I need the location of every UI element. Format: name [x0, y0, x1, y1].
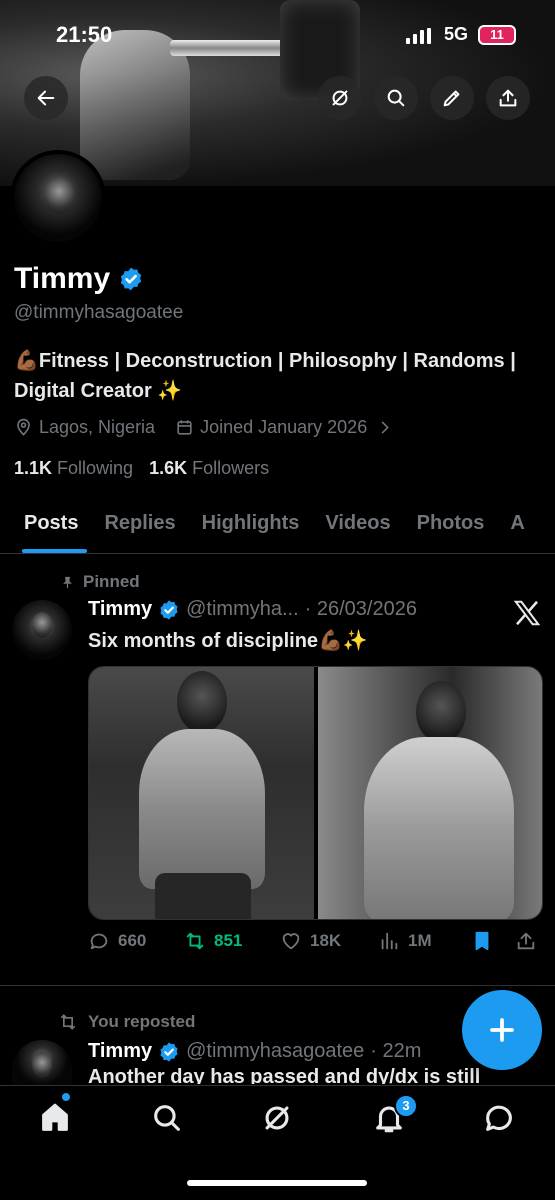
location-text: Lagos, Nigeria	[39, 417, 156, 437]
repost-icon	[60, 1014, 76, 1030]
status-time: 21:50	[56, 22, 113, 47]
search-icon	[154, 1105, 180, 1131]
followers-label: Followers	[192, 458, 270, 478]
after-photo[interactable]	[317, 667, 542, 919]
tab-replies[interactable]: Replies	[91, 498, 188, 553]
network-type: 5G	[444, 24, 469, 44]
joined-text: Joined January 2026	[200, 417, 368, 437]
nav-search[interactable]	[150, 1101, 184, 1135]
home-icon	[42, 1103, 68, 1131]
pinned-indicator: Pinned	[60, 572, 140, 592]
following-link[interactable]: 1.1K Following	[14, 458, 133, 479]
bookmark-icon	[475, 931, 489, 951]
post-media[interactable]	[88, 666, 543, 920]
post-header: Timmy @timmyha... · 26/03/2026	[88, 598, 417, 621]
post-text: Six months of discipline💪🏾✨	[88, 630, 368, 652]
search-icon	[387, 89, 405, 107]
repost-label: You reposted	[88, 1012, 196, 1031]
repost-button[interactable]: 851	[184, 930, 242, 952]
back-button[interactable]	[24, 76, 68, 120]
repost-text-clip: Another day has passed and dy/dx is stil…	[0, 1066, 555, 1084]
divider	[0, 985, 555, 986]
repost-count: 851	[214, 931, 243, 950]
follow-stats: 1.1K Following 1.6K Followers	[14, 458, 269, 479]
nav-grok[interactable]	[260, 1101, 294, 1135]
post-author-name[interactable]: Timmy	[88, 598, 152, 621]
location-pin-icon	[17, 418, 30, 436]
repost-indicator: You reposted	[58, 1012, 195, 1032]
post-author-handle: @timmyha...	[186, 598, 299, 620]
heart-icon	[282, 933, 300, 950]
repost-header: Timmy @timmyhasagoatee · 22m	[88, 1040, 421, 1063]
pinned-label: Pinned	[83, 572, 140, 591]
profile-avatar[interactable]	[10, 150, 106, 246]
profile-meta: Lagos, Nigeria Joined January 2026	[14, 417, 414, 438]
tab-posts[interactable]: Posts	[0, 498, 91, 553]
tab-highlights[interactable]: Highlights	[189, 498, 313, 553]
reply-icon	[90, 933, 108, 950]
chevron-right-icon	[381, 421, 389, 434]
reply-button[interactable]: 660	[88, 930, 146, 952]
tab-photos[interactable]: Photos	[404, 498, 498, 553]
grok-icon	[332, 90, 348, 106]
profile-name-row: Timmy	[14, 262, 144, 296]
share-icon	[517, 932, 535, 950]
tab-videos[interactable]: Videos	[312, 498, 403, 553]
chat-icon	[486, 1105, 512, 1131]
views-count: 1M	[408, 931, 432, 950]
following-count: 1.1K	[14, 458, 53, 478]
location-item: Lagos, Nigeria	[14, 417, 155, 438]
nav-messages[interactable]	[482, 1101, 516, 1135]
repost-icon	[186, 932, 204, 950]
repost-time: · 22m	[370, 1040, 422, 1062]
tab-articles[interactable]: A	[497, 498, 537, 553]
home-indicator[interactable]	[187, 1180, 367, 1186]
followers-link[interactable]: 1.6K Followers	[149, 458, 269, 479]
repost-text: Another day has passed and dy/dx is stil…	[88, 1066, 481, 1084]
joined-item[interactable]: Joined January 2026	[175, 417, 394, 438]
notifications-badge: 3	[394, 1094, 418, 1118]
verified-badge-icon[interactable]	[118, 266, 144, 292]
verified-badge-icon	[160, 599, 178, 620]
post-date: · 26/03/2026	[304, 598, 417, 620]
arrow-left-icon	[37, 90, 55, 106]
post-actions: 660 851 18K 1M	[88, 930, 543, 960]
like-button[interactable]: 18K	[280, 930, 341, 952]
verified-badge-icon	[160, 1041, 178, 1062]
profile-bio: 💪🏾Fitness | Deconstruction | Philosophy …	[14, 350, 516, 402]
like-count: 18K	[310, 931, 342, 950]
compose-button[interactable]	[462, 990, 542, 1070]
views-icon	[381, 932, 398, 950]
profile-handle: @timmyhasagoatee	[14, 302, 184, 323]
grok-button[interactable]	[318, 76, 362, 120]
pencil-icon	[443, 90, 460, 107]
profile-tabs: Posts Replies Highlights Videos Photos A	[0, 498, 555, 554]
repost-author-name[interactable]: Timmy	[88, 1040, 152, 1063]
before-photo[interactable]	[89, 667, 314, 919]
nav-home[interactable]	[38, 1101, 72, 1135]
bookmark-button[interactable]	[471, 930, 493, 952]
share-icon	[499, 89, 517, 107]
battery-icon: 11	[478, 25, 516, 45]
profile-display-name: Timmy	[14, 262, 111, 295]
pin-icon	[63, 576, 72, 588]
calendar-icon	[177, 420, 192, 435]
status-bar: 21:50 5G 11	[0, 22, 555, 52]
home-unread-dot	[62, 1093, 70, 1101]
repost-author-handle: @timmyhasagoatee	[186, 1040, 365, 1062]
edit-button[interactable]	[430, 76, 474, 120]
plus-icon	[490, 1018, 514, 1042]
views-button[interactable]: 1M	[378, 930, 432, 952]
x-logo-icon[interactable]	[512, 598, 542, 628]
followers-count: 1.6K	[149, 458, 188, 478]
grok-icon	[265, 1106, 289, 1130]
share-button[interactable]	[486, 76, 530, 120]
search-button[interactable]	[374, 76, 418, 120]
share-post-button[interactable]	[515, 930, 537, 952]
following-label: Following	[57, 458, 134, 478]
signal-icon	[406, 28, 431, 44]
post-avatar[interactable]	[12, 600, 72, 660]
reply-count: 660	[118, 931, 147, 950]
